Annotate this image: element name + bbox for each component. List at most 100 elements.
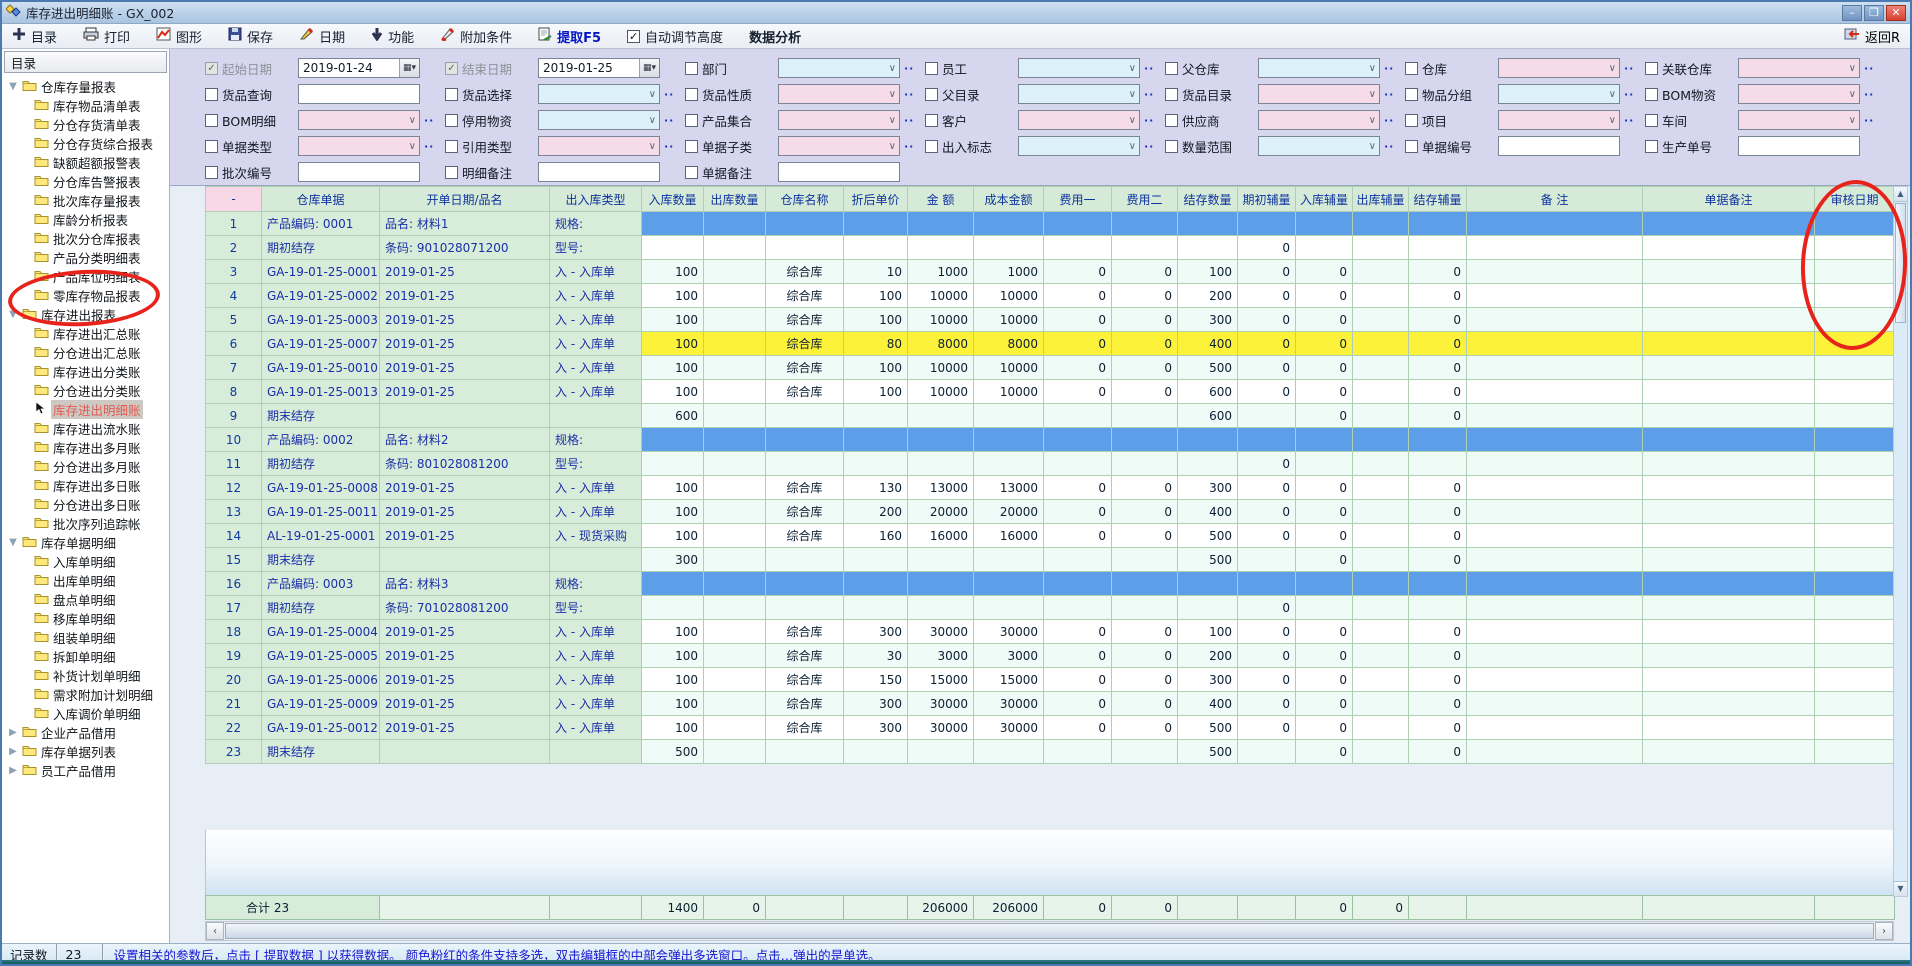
filter-dropdown-单据类型[interactable]: ∨ [298, 136, 420, 156]
table-row[interactable]: 12GA-19-01-25-00082019-01-25入 - 入库单100综合… [206, 476, 1895, 500]
tree-item-库存单据列表[interactable]: ▶库存单据列表 [2, 742, 169, 761]
multi-select-dots[interactable]: ·· [1144, 114, 1154, 127]
filter-dropdown-数量范围[interactable]: ∨ [1258, 136, 1380, 156]
multi-select-dots[interactable]: ·· [904, 140, 914, 153]
scroll-down-icon[interactable]: ▼ [1894, 881, 1907, 896]
toolbar-item-打印[interactable]: 打印 [83, 27, 130, 46]
table-row[interactable]: 7GA-19-01-25-00102019-01-25入 - 入库单100综合库… [206, 356, 1895, 380]
multi-select-dots[interactable]: ·· [1384, 114, 1394, 127]
tree-item-移库单明细[interactable]: 移库单明细 [2, 609, 169, 628]
toolbar-item-功能[interactable]: 功能 [371, 27, 414, 46]
filter-checkbox-货品选择[interactable] [445, 88, 458, 101]
table-row[interactable]: 18GA-19-01-25-00042019-01-25入 - 入库单100综合… [206, 620, 1895, 644]
multi-select-dots[interactable]: ·· [424, 140, 434, 153]
multi-select-dots[interactable]: ·· [664, 140, 674, 153]
filter-text-input-货品查询[interactable] [298, 84, 420, 104]
filter-dropdown-货品性质[interactable]: ∨ [778, 84, 900, 104]
filter-checkbox-货品查询[interactable] [205, 88, 218, 101]
tree-item-库存进出多日账[interactable]: 库存进出多日账 [2, 476, 169, 495]
multi-select-dots[interactable]: ·· [1864, 62, 1874, 75]
multi-select-dots[interactable]: ·· [1624, 114, 1634, 127]
filter-checkbox-批次编号[interactable] [205, 166, 218, 179]
filter-dropdown-供应商[interactable]: ∨ [1258, 110, 1380, 130]
column-header-开单日期/品名[interactable]: 开单日期/品名 [380, 187, 550, 212]
column-header-仓库单据[interactable]: 仓库单据 [262, 187, 380, 212]
table-row[interactable]: 10产品编码: 0002品名: 材料2规格: [206, 428, 1895, 452]
filter-date-input-结束日期[interactable]: 2019-01-25▦▾ [538, 58, 660, 78]
chevron-down-icon[interactable]: ▼ [6, 537, 20, 548]
filter-date-input-起始日期[interactable]: 2019-01-24▦▾ [298, 58, 420, 78]
multi-select-dots[interactable]: ·· [1384, 62, 1394, 75]
multi-select-dots[interactable]: ·· [1144, 140, 1154, 153]
filter-checkbox-父仓库[interactable] [1165, 62, 1178, 75]
tree-item-出库单明细[interactable]: 出库单明细 [2, 571, 169, 590]
toolbar-item-提取F5[interactable]: 提取F5 [538, 27, 601, 46]
filter-dropdown-产品集合[interactable]: ∨ [778, 110, 900, 130]
filter-checkbox-物品分组[interactable] [1405, 88, 1418, 101]
column-header-出库数量[interactable]: 出库数量 [704, 187, 766, 212]
tree-item-库存进出分类账[interactable]: 库存进出分类账 [2, 362, 169, 381]
table-row[interactable]: 4GA-19-01-25-00022019-01-25入 - 入库单100综合库… [206, 284, 1895, 308]
filter-checkbox-项目[interactable] [1405, 114, 1418, 127]
filter-checkbox-结束日期[interactable]: ✓ [445, 62, 458, 75]
table-row[interactable]: 2期初结存条码: 901028071200型号:0 [206, 236, 1895, 260]
filter-dropdown-货品目录[interactable]: ∨ [1258, 84, 1380, 104]
table-row[interactable]: 23期末结存50050000 [206, 740, 1895, 764]
multi-select-dots[interactable]: ·· [1144, 88, 1154, 101]
filter-dropdown-项目[interactable]: ∨ [1498, 110, 1620, 130]
multi-select-dots[interactable]: ·· [904, 88, 914, 101]
tree-item-企业产品借用[interactable]: ▶企业产品借用 [2, 723, 169, 742]
filter-checkbox-客户[interactable] [925, 114, 938, 127]
chevron-right-icon[interactable]: ▶ [6, 746, 20, 757]
scroll-left-icon[interactable]: ‹ [206, 922, 224, 940]
tree-item-分仓库告警报表[interactable]: 分仓库告警报表 [2, 172, 169, 191]
chevron-right-icon[interactable]: ▶ [6, 727, 20, 738]
table-row[interactable]: 1产品编码: 0001品名: 材料1规格: [206, 212, 1895, 236]
chevron-down-icon[interactable]: ▼ [6, 309, 20, 320]
filter-dropdown-车间[interactable]: ∨ [1738, 110, 1860, 130]
return-button[interactable]: 返回R [1844, 27, 1900, 46]
column-header-出库辅量[interactable]: 出库辅量 [1353, 187, 1409, 212]
table-row[interactable]: 20GA-19-01-25-00062019-01-25入 - 入库单100综合… [206, 668, 1895, 692]
horizontal-scrollbar[interactable]: ‹ › [205, 921, 1894, 941]
column-header-审核日期[interactable]: 审核日期 [1815, 187, 1895, 212]
filter-checkbox-父目录[interactable] [925, 88, 938, 101]
calendar-dropdown-icon[interactable]: ▦▾ [639, 59, 659, 77]
filter-dropdown-客户[interactable]: ∨ [1018, 110, 1140, 130]
tree-item-库存进出汇总账[interactable]: 库存进出汇总账 [2, 324, 169, 343]
table-row[interactable]: 13GA-19-01-25-00112019-01-25入 - 入库单100综合… [206, 500, 1895, 524]
filter-checkbox-员工[interactable] [925, 62, 938, 75]
tree-item-补货计划单明细[interactable]: 补货计划单明细 [2, 666, 169, 685]
filter-checkbox-起始日期[interactable]: ✓ [205, 62, 218, 75]
tree-item-盘点单明细[interactable]: 盘点单明细 [2, 590, 169, 609]
toolbar-item-保存[interactable]: 保存 [228, 27, 273, 46]
tree-item-分仓存货综合报表[interactable]: 分仓存货综合报表 [2, 134, 169, 153]
filter-checkbox-数量范围[interactable] [1165, 140, 1178, 153]
tree-item-库存进出多月账[interactable]: 库存进出多月账 [2, 438, 169, 457]
tree-item-产品分类明细表[interactable]: 产品分类明细表 [2, 248, 169, 267]
scroll-right-icon[interactable]: › [1875, 922, 1893, 940]
column-header-金 额[interactable]: 金 额 [908, 187, 974, 212]
tree-item-分仓存货清单表[interactable]: 分仓存货清单表 [2, 115, 169, 134]
multi-select-dots[interactable]: ·· [1144, 62, 1154, 75]
multi-select-dots[interactable]: ·· [904, 62, 914, 75]
filter-dropdown-单据子类[interactable]: ∨ [778, 136, 900, 156]
table-row[interactable]: 22GA-19-01-25-00122019-01-25入 - 入库单100综合… [206, 716, 1895, 740]
tree-item-库龄分析报表[interactable]: 库龄分析报表 [2, 210, 169, 229]
column-header-费用二[interactable]: 费用二 [1112, 187, 1178, 212]
column-header-单据备注[interactable]: 单据备注 [1643, 187, 1815, 212]
table-row[interactable]: 6GA-19-01-25-00072019-01-25入 - 入库单100综合库… [206, 332, 1895, 356]
multi-select-dots[interactable]: ·· [1864, 88, 1874, 101]
multi-select-dots[interactable]: ·· [1624, 88, 1634, 101]
filter-dropdown-货品选择[interactable]: ∨ [538, 84, 660, 104]
filter-dropdown-BOM物资[interactable]: ∨ [1738, 84, 1860, 104]
multi-select-dots[interactable]: ·· [424, 114, 434, 127]
tree-item-分仓进出多月账[interactable]: 分仓进出多月账 [2, 457, 169, 476]
column-header-费用一[interactable]: 费用一 [1044, 187, 1112, 212]
filter-checkbox-单据备注[interactable] [685, 166, 698, 179]
tree-item-入库单明细[interactable]: 入库单明细 [2, 552, 169, 571]
filter-checkbox-单据子类[interactable] [685, 140, 698, 153]
filter-checkbox-生产单号[interactable] [1645, 140, 1658, 153]
tree-item-产品库位明细表[interactable]: 产品库位明细表 [2, 267, 169, 286]
tree-item-批次分仓库报表[interactable]: 批次分仓库报表 [2, 229, 169, 248]
